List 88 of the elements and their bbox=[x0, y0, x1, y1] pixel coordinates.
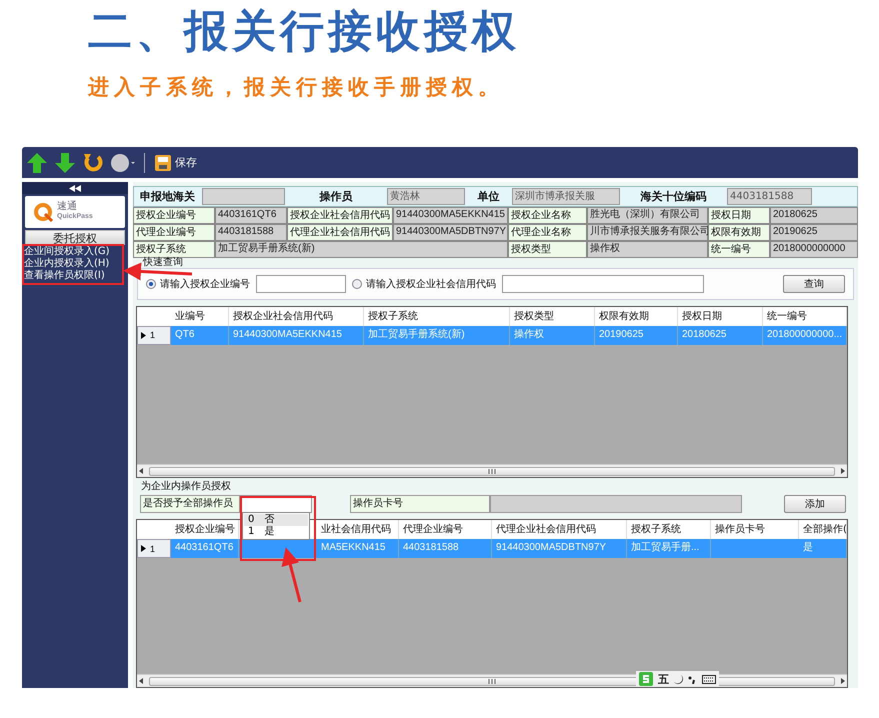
table-cell: QT6 bbox=[171, 326, 229, 345]
refresh-icon[interactable] bbox=[82, 152, 104, 174]
page-subheading: 进入子系统，报关行接收手册授权。 bbox=[88, 74, 505, 101]
save-button[interactable]: 保存 bbox=[153, 152, 199, 172]
field-label: 单位 bbox=[476, 189, 500, 205]
row-pointer-icon bbox=[141, 332, 146, 339]
field-label: 授权子系统 bbox=[133, 241, 215, 258]
readonly-field: 91440300MA5EKKN415 bbox=[393, 207, 508, 224]
moon-icon bbox=[674, 674, 683, 684]
readonly-field: 深圳市博承报关服 bbox=[512, 188, 620, 205]
readonly-field: 4403181588 bbox=[727, 188, 812, 205]
circle-menu-icon[interactable] bbox=[110, 152, 136, 174]
table-cell: 加工贸易手册... bbox=[627, 539, 711, 558]
readonly-field: 2018000000000 bbox=[770, 241, 858, 258]
field-label: 授权企业名称 bbox=[508, 207, 587, 224]
table-cell: 201800000000... bbox=[763, 326, 847, 345]
punctuation-icon bbox=[688, 674, 697, 684]
readonly-field: 4403181588 bbox=[215, 224, 287, 241]
field-label: 代理企业名称 bbox=[508, 224, 587, 241]
horizontal-scrollbar[interactable] bbox=[137, 464, 847, 478]
radio-option[interactable]: 请输入授权企业编号 bbox=[146, 276, 250, 291]
scroll-right-icon[interactable] bbox=[839, 677, 847, 685]
table-cell: 4403161QT6 bbox=[171, 539, 239, 558]
keyboard-icon bbox=[702, 674, 716, 684]
row-header: 1 bbox=[137, 539, 171, 558]
table-cell: 20190625 bbox=[595, 326, 678, 345]
field-label: 权限有效期 bbox=[708, 224, 770, 241]
ime-mode-label: 五 bbox=[658, 672, 669, 686]
ime-logo-icon bbox=[639, 672, 653, 686]
readonly-field: 胜光电（深圳）有限公司 bbox=[587, 207, 708, 224]
grip-icon bbox=[488, 468, 496, 474]
query-button[interactable]: 查询 bbox=[783, 274, 845, 293]
readonly-field: 黄浩林 bbox=[387, 188, 465, 205]
radio-option[interactable]: 请输入授权企业社会信用代码 bbox=[352, 276, 496, 291]
row-header: 1 bbox=[137, 326, 171, 345]
input-field[interactable] bbox=[256, 274, 346, 293]
menu-item[interactable]: 查看操作员权限(I) bbox=[24, 270, 126, 282]
field-label: 操作员 bbox=[318, 189, 354, 205]
dropdown-option[interactable]: 0 否 bbox=[244, 514, 308, 526]
logo-name: 速通 bbox=[57, 202, 78, 212]
menu-item[interactable]: 企业间授权录入(G) bbox=[24, 246, 126, 258]
input-field[interactable] bbox=[502, 274, 704, 293]
add-button[interactable]: 添加 bbox=[784, 495, 846, 514]
scroll-left-icon[interactable] bbox=[137, 677, 145, 685]
readonly-field: 20190625 bbox=[770, 224, 858, 241]
q-logo-icon bbox=[33, 202, 53, 222]
section-button[interactable]: 委托授权 bbox=[25, 230, 125, 245]
field-label: 代理企业编号 bbox=[133, 224, 215, 241]
section-title: 为企业内操作员授权 bbox=[141, 481, 232, 494]
row-pointer-icon bbox=[141, 545, 146, 552]
table-row[interactable]: 1 4403161QT6 MA5EKKN415 4403181588 91440300MA5DBTN97Y 加工贸易手册... 是 bbox=[137, 539, 847, 558]
readonly-field: 20180625 bbox=[770, 207, 858, 224]
readonly-field: 4403161QT6 bbox=[215, 207, 287, 224]
scroll-right-icon[interactable] bbox=[839, 467, 847, 476]
table-cell: MA5EKKN415 bbox=[239, 539, 399, 558]
field-label: 海关十位编码 bbox=[640, 189, 708, 205]
field-label: 授权日期 bbox=[708, 207, 770, 224]
field-label: 是否授予全部操作员 bbox=[140, 495, 240, 514]
readonly-field: 加工贸易手册系统(新) bbox=[215, 241, 508, 258]
table-cell: 加工贸易手册系统(新) bbox=[364, 326, 510, 345]
menu-item[interactable]: 企业内授权录入(H) bbox=[24, 258, 126, 270]
field-label: 操作员卡号 bbox=[350, 495, 490, 514]
table-cell: 4403181588 bbox=[399, 539, 492, 558]
input-field[interactable] bbox=[490, 495, 742, 514]
readonly-field: 操作权 bbox=[587, 241, 708, 258]
double-left-icon bbox=[69, 184, 81, 192]
down-arrow-icon[interactable] bbox=[54, 152, 76, 174]
table-cell: 操作权 bbox=[510, 326, 595, 345]
collapse-button[interactable] bbox=[22, 182, 128, 194]
field-label: 统一编号 bbox=[708, 241, 770, 258]
scroll-left-icon[interactable] bbox=[137, 467, 145, 476]
table-row[interactable]: 1 QT6 91440300MA5EKKN415 加工贸易手册系统(新) 操作权 20190625 20180625 201800000000... bbox=[137, 326, 847, 345]
field-label: 授权类型 bbox=[508, 241, 587, 258]
group-title: 快速查询 bbox=[143, 258, 184, 268]
field-label: 代理企业社会信用代码 bbox=[287, 224, 393, 241]
field-label: 授权企业编号 bbox=[133, 207, 215, 224]
grip-icon bbox=[488, 678, 496, 684]
up-arrow-icon[interactable] bbox=[26, 152, 48, 174]
readonly-field: 91440300MA5DBTN97Y bbox=[393, 224, 508, 241]
table-cell: 是 bbox=[799, 539, 847, 558]
table-cell: 91440300MA5DBTN97Y bbox=[492, 539, 627, 558]
field-label: 申报地海关 bbox=[139, 189, 196, 205]
table-cell: 91440300MA5EKKN415 bbox=[229, 326, 364, 345]
page-heading: 二、报关行接收授权 bbox=[88, 6, 521, 58]
save-icon bbox=[155, 154, 171, 170]
field-label: 授权企业社会信用代码 bbox=[287, 207, 393, 224]
table-cell: 20180625 bbox=[678, 326, 763, 345]
annotation-arrow bbox=[282, 547, 302, 602]
